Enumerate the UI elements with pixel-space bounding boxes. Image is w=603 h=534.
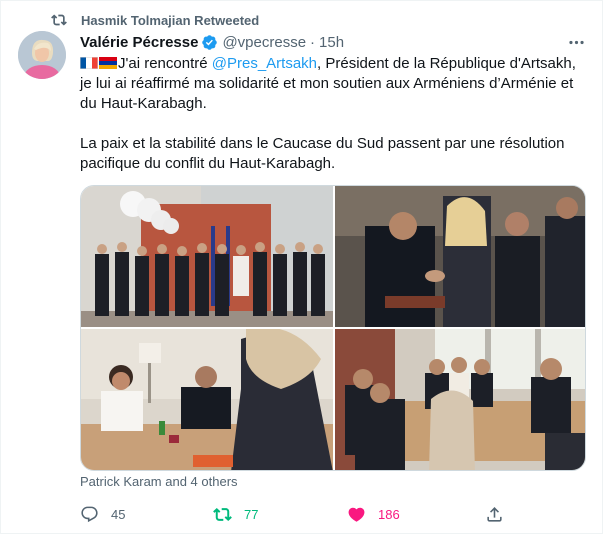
media-grid [80,185,586,471]
like-button[interactable]: 186 [347,501,400,527]
share-button[interactable] [485,501,516,527]
heart-filled-icon [347,505,366,524]
photo-handshake[interactable] [335,186,585,327]
retweet-banner[interactable]: Hasmik Tolmajian Retweeted [51,11,259,29]
author-name[interactable]: Valérie Pécresse [80,34,198,51]
tweet-card[interactable]: Hasmik Tolmajian Retweeted Valérie Pécre… [0,0,603,534]
timestamp[interactable]: 15h [319,34,344,51]
retweet-banner-text[interactable]: Hasmik Tolmajian Retweeted [81,13,259,28]
author-handle[interactable]: @vpecresse [222,34,306,51]
retweet-count: 77 [244,506,259,522]
retweet-icon [51,12,67,28]
tweet-paragraph-2: La paix et la stabilité dans le Caucase … [80,135,565,172]
tweet-header: Valérie Pécresse @vpecresse · 15h [80,32,344,52]
tweet-paragraph-1: J'ai rencontré @Pres_Artsakh, Président … [80,54,590,114]
reply-count: 45 [111,506,126,522]
tweet-text: J'ai rencontré @Pres_Artsakh, Président … [80,54,590,174]
photo-group[interactable] [81,186,333,327]
reply-icon [80,505,99,524]
tagged-users[interactable]: Patrick Karam and 4 others [80,474,238,489]
tweet-text-part1: J'ai rencontré [118,55,212,72]
share-icon [485,505,504,524]
photo-meeting[interactable] [81,329,333,470]
mention-link[interactable]: @Pres_Artsakh [212,55,317,72]
tweet-actions: 45 77 186 [80,501,510,527]
photo-delegation[interactable] [335,329,585,470]
reply-button[interactable]: 45 [80,501,125,527]
flag-armenia-icon [99,55,117,69]
retweet-active-icon [213,505,232,524]
retweet-button[interactable]: 77 [213,501,258,527]
verified-badge-icon [201,34,218,51]
more-options-icon[interactable] [566,33,586,51]
avatar[interactable] [18,31,66,79]
like-count: 186 [378,506,400,522]
flag-france-icon [80,55,98,69]
separator-dot: · [310,33,316,51]
